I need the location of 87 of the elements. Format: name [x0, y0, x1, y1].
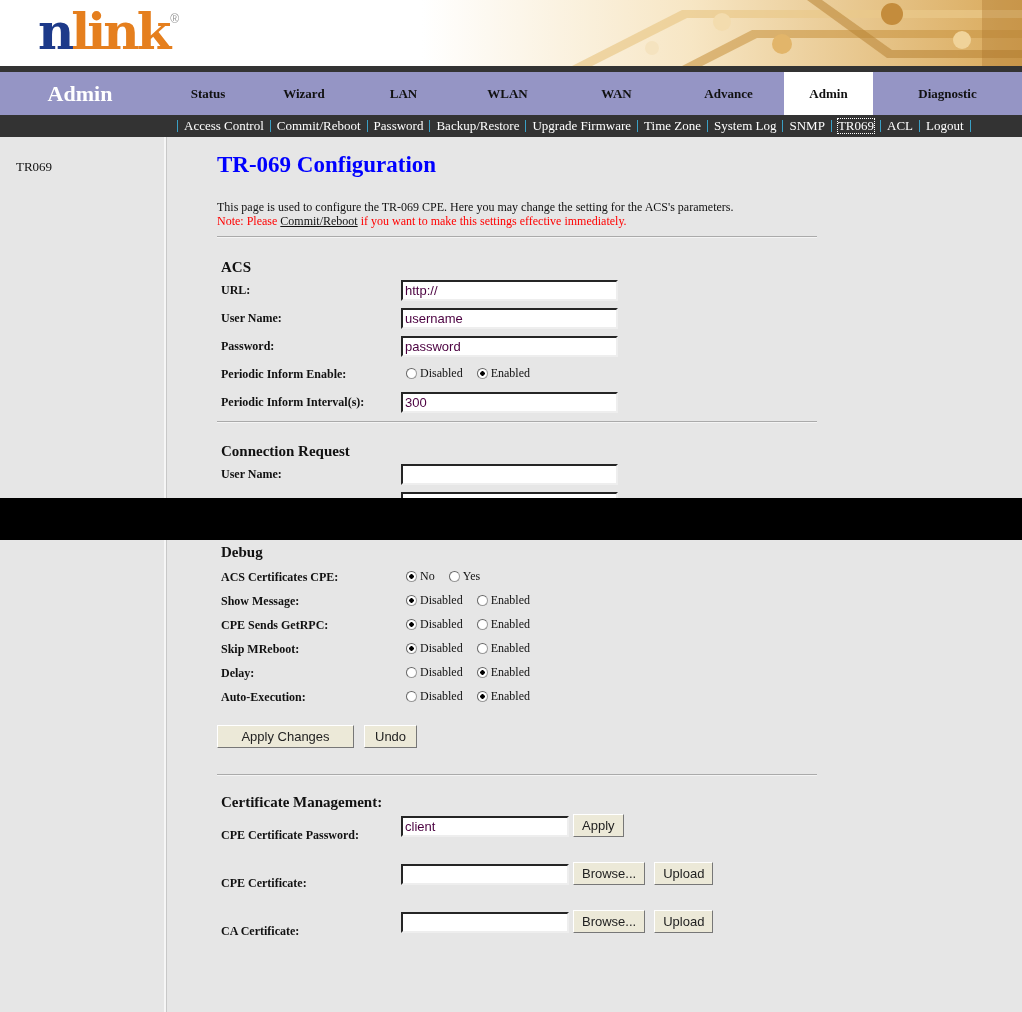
- radio-label: Enabled: [490, 617, 530, 632]
- subnav-link[interactable]: Time Zone: [643, 118, 702, 134]
- action-button[interactable]: Undo: [364, 725, 418, 748]
- file-path-field[interactable]: [401, 912, 569, 933]
- section-heading: Connection Request: [221, 442, 350, 460]
- subnav-link[interactable]: Backup/Restore: [435, 118, 521, 134]
- section-title: Admin: [46, 79, 114, 108]
- nav-tab[interactable]: WLAN: [455, 72, 560, 115]
- certificate-password-field[interactable]: client: [401, 816, 569, 837]
- subnav-link[interactable]: TR069: [836, 118, 876, 134]
- nav-tab[interactable]: WAN: [560, 72, 673, 115]
- radio-label: Enabled: [490, 593, 530, 608]
- radio-button[interactable]: [476, 691, 488, 702]
- field-label: CPE Certificate:: [221, 876, 307, 891]
- text-field[interactable]: 300: [401, 391, 618, 413]
- radio-label: Enabled: [490, 689, 530, 704]
- subnav-link[interactable]: SNMP: [788, 118, 826, 134]
- radio-label: Enabled: [490, 641, 530, 656]
- field-label: CPE Sends GetRPC:: [221, 617, 329, 633]
- radio-label: No: [420, 569, 435, 584]
- description-text: This page is used to configure the TR-069 CPE. Here you may change the setting for the ACS's parameters.: [217, 200, 734, 214]
- note-text: Note: Please Commit/Reboot if you want to make this settings effective immediately.: [217, 214, 627, 228]
- action-button[interactable]: Browse...: [573, 862, 646, 885]
- radio-button[interactable]: [406, 368, 417, 379]
- radio-label: Disabled: [420, 641, 463, 656]
- field-label: Auto-Execution:: [221, 689, 306, 705]
- action-button[interactable]: Apply: [573, 814, 624, 837]
- field-label: Periodic Inform Interval(s):: [221, 394, 365, 410]
- action-button[interactable]: Upload: [654, 862, 714, 885]
- subnav-link[interactable]: Upgrade Firmware: [531, 118, 633, 134]
- section-heading: Certificate Management:: [221, 793, 383, 811]
- nav-tab[interactable]: LAN: [352, 72, 455, 115]
- nav-tab[interactable]: Status: [160, 72, 256, 115]
- nav-tab[interactable]: Wizard: [256, 72, 352, 115]
- field-label: ACS Certificates CPE:: [221, 569, 339, 585]
- radio-label: Disabled: [420, 593, 463, 608]
- text-field[interactable]: [401, 463, 618, 485]
- field-label: User Name:: [221, 466, 282, 482]
- radio-button[interactable]: [476, 619, 488, 630]
- radio-button[interactable]: [406, 571, 417, 582]
- field-label: User Name:: [221, 310, 282, 326]
- radio-button[interactable]: [476, 643, 488, 654]
- text-field[interactable]: http://: [401, 279, 618, 301]
- text-field[interactable]: username: [401, 307, 618, 329]
- radio-button[interactable]: [406, 619, 417, 630]
- radio-label: Disabled: [420, 689, 463, 704]
- subnav-link[interactable]: System Log: [713, 118, 778, 134]
- nav-tab[interactable]: Diagnostic: [873, 72, 1022, 115]
- field-label: CA Certificate:: [221, 924, 300, 939]
- nav-tab[interactable]: Admin: [784, 72, 873, 115]
- subnav-link[interactable]: Password: [372, 118, 425, 134]
- file-path-field[interactable]: [401, 864, 569, 885]
- radio-label: Enabled: [490, 665, 530, 680]
- action-button[interactable]: Apply Changes: [217, 725, 354, 748]
- sidebar-item[interactable]: TR069: [16, 159, 53, 175]
- radio-button[interactable]: [406, 643, 417, 654]
- radio-label: Disabled: [420, 366, 463, 381]
- page-title: TR-069 Configuration: [217, 151, 437, 179]
- field-label: URL:: [221, 282, 251, 298]
- field-label: Delay:: [221, 665, 255, 681]
- radio-label: Yes: [462, 569, 481, 584]
- subnav-link[interactable]: Logout: [925, 118, 965, 134]
- action-button[interactable]: Browse...: [573, 910, 646, 933]
- radio-button[interactable]: [448, 571, 460, 582]
- section-heading: ACS: [221, 258, 251, 276]
- radio-label: Disabled: [420, 665, 463, 680]
- field-label: Show Message:: [221, 593, 300, 609]
- radio-label: Disabled: [420, 617, 463, 632]
- nav-tab[interactable]: Advance: [673, 72, 784, 115]
- commit-reboot-link[interactable]: Commit/Reboot: [280, 214, 358, 228]
- action-button[interactable]: Upload: [654, 910, 714, 933]
- subnav-link[interactable]: Commit/Reboot: [275, 118, 362, 134]
- radio-button[interactable]: [476, 368, 488, 379]
- section-heading: Debug: [221, 543, 263, 561]
- radio-button[interactable]: [476, 595, 488, 606]
- field-label: CPE Certificate Password:: [221, 828, 359, 843]
- subnav-link[interactable]: ACL: [886, 118, 915, 134]
- radio-button[interactable]: [406, 667, 417, 678]
- subnav-link[interactable]: Access Control: [183, 118, 265, 134]
- radio-button[interactable]: [406, 691, 417, 702]
- radio-button[interactable]: [406, 595, 417, 606]
- field-label: Periodic Inform Enable:: [221, 366, 347, 382]
- field-label: Skip MReboot:: [221, 641, 300, 657]
- field-label: Password:: [221, 338, 275, 354]
- radio-label: Enabled: [490, 366, 530, 381]
- text-field[interactable]: password: [401, 335, 618, 357]
- radio-button[interactable]: [476, 667, 488, 678]
